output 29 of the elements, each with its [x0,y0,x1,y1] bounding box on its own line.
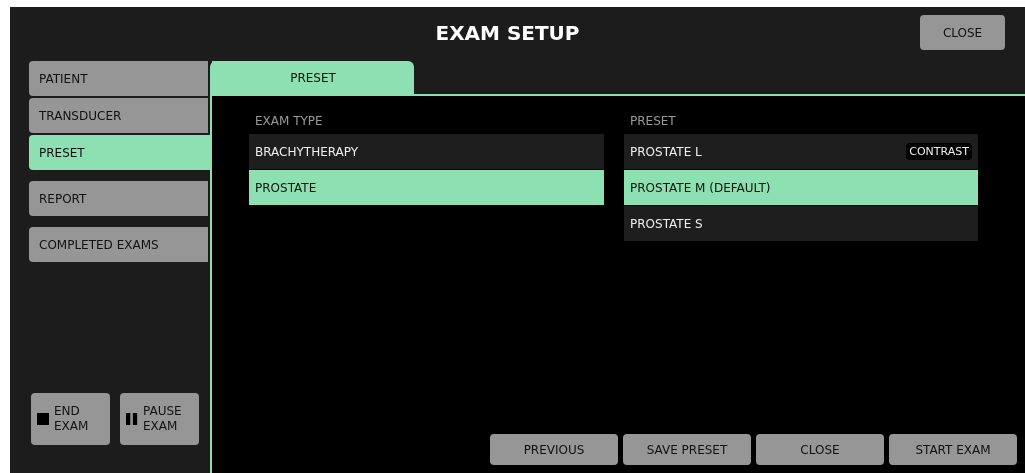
column-header: EXAM TYPE [254,114,324,130]
close-button[interactable]: CLOSE [920,15,1005,50]
list-item[interactable]: PROSTATE S [624,206,978,241]
contrast-badge: CONTRAST [906,143,972,160]
list-item[interactable]: PROSTATE L CONTRAST [624,134,978,169]
sidebar-tab[interactable]: PRESET [29,135,211,170]
footer-button[interactable]: SAVE PRESET [623,434,751,465]
item-label: PROSTATE L [630,144,702,159]
window-title: EXAM SETUP [435,20,580,45]
item-label: PROSTATE [255,180,317,195]
tab[interactable]: PRESET [212,61,414,94]
item-label: PROSTATE S [630,216,703,231]
item-label: PROSTATE M (DEFAULT) [630,180,771,195]
list-item[interactable]: PROSTATE M (DEFAULT) [624,170,978,205]
item-label: BRACHYTHERAPY [255,144,359,159]
pause-exam-button[interactable]: PAUSE EXAM [120,393,199,445]
list-item[interactable]: PROSTATE [249,170,604,205]
footer-button[interactable]: START EXAM [889,434,1017,465]
column-header: PRESET [629,114,677,130]
footer-button[interactable]: CLOSE [756,434,884,465]
stop-icon [37,413,49,425]
footer-button[interactable]: PREVIOUS [490,434,618,465]
sidebar-tab[interactable]: REPORT [29,181,208,216]
end-exam-button[interactable]: END EXAM [31,393,110,445]
list-item[interactable]: BRACHYTHERAPY [249,134,604,169]
sidebar-tab[interactable]: TRANSDUCER [29,98,208,133]
pause-icon [126,413,138,425]
sidebar-tab[interactable]: PATIENT [29,61,208,96]
sidebar-tab[interactable]: COMPLETED EXAMS [29,227,208,262]
